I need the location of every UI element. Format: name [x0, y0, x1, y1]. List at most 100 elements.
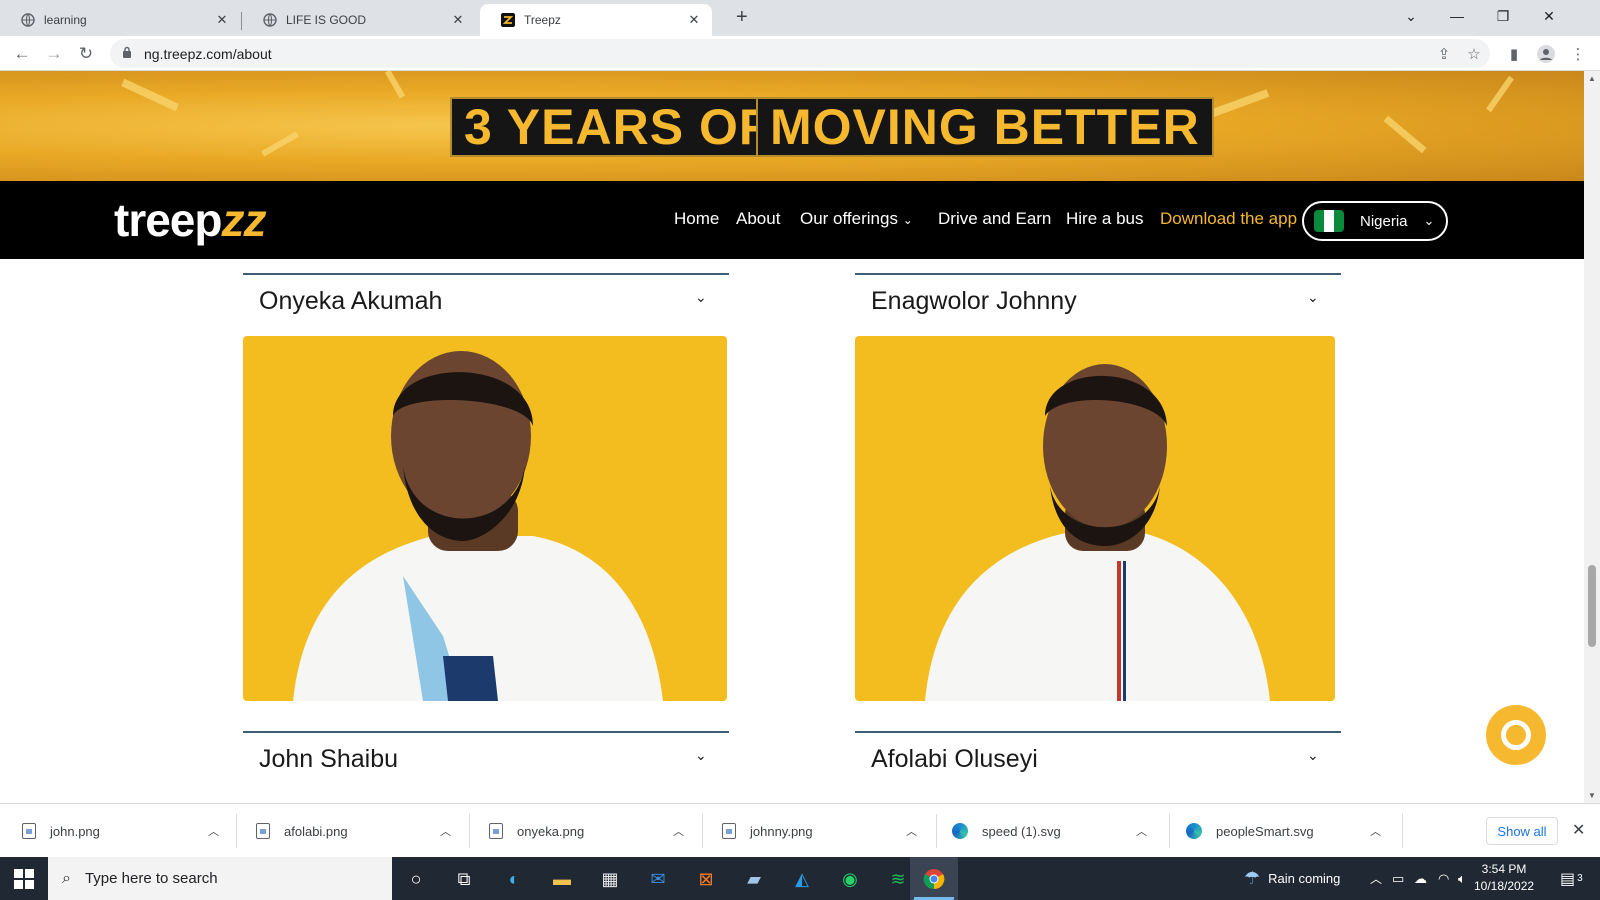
- notifications-icon[interactable]: ▤ 3: [1560, 857, 1583, 900]
- scroll-up-icon[interactable]: ▲: [1588, 74, 1596, 83]
- chevron-up-icon[interactable]: ︿: [906, 823, 917, 839]
- downloads-bar: john.png ︿ afolabi.png ︿ onyeka.png ︿ jo…: [0, 803, 1600, 857]
- member-name: Afolabi Oluseyi: [871, 745, 1038, 773]
- nav-about[interactable]: About: [736, 209, 780, 229]
- forward-icon[interactable]: →: [40, 40, 68, 68]
- chevron-down-icon[interactable]: ⌄: [695, 747, 707, 764]
- new-tab-icon[interactable]: +: [736, 6, 748, 29]
- menu-kebab-icon[interactable]: ⋮: [1564, 40, 1592, 68]
- download-item[interactable]: afolabi.png ︿: [256, 804, 456, 858]
- bookmark-star-icon[interactable]: ☆: [1460, 40, 1488, 68]
- share-icon[interactable]: ⇪: [1430, 40, 1458, 68]
- team-member-accordion[interactable]: Afolabi Oluseyi ⌄: [855, 731, 1341, 795]
- profile-icon[interactable]: [1532, 40, 1560, 68]
- chevron-down-icon[interactable]: ⌄: [695, 289, 707, 306]
- tab-treepz[interactable]: Treepz ✕: [480, 4, 712, 36]
- chevron-up-icon[interactable]: ︿: [1136, 823, 1147, 839]
- team-member-accordion[interactable]: Enagwolor Johnny ⌄: [855, 273, 1341, 337]
- member-name: Onyeka Akumah: [259, 287, 443, 315]
- file-explorer-icon[interactable]: ▬: [548, 865, 576, 893]
- download-item[interactable]: speed (1).svg ︿: [952, 804, 1152, 858]
- volume-icon[interactable]: 🔈︎: [1458, 857, 1466, 900]
- site-header: treepzz Home About Our offerings ⌄ Drive…: [0, 181, 1584, 259]
- chrome-icon[interactable]: [920, 865, 948, 893]
- lock-icon: [122, 46, 134, 61]
- onedrive-cloud-icon[interactable]: ☁: [1414, 857, 1427, 900]
- tab-learning[interactable]: learning ✕: [0, 4, 240, 36]
- download-filename: afolabi.png: [284, 823, 348, 839]
- close-window-icon[interactable]: ✕: [1526, 0, 1572, 32]
- edge-icon[interactable]: ◐: [500, 865, 528, 893]
- divider: [469, 814, 470, 848]
- whatsapp-icon[interactable]: ◉: [836, 865, 864, 893]
- task-view-icon[interactable]: ⧉: [450, 865, 478, 893]
- country-selector[interactable]: Nigeria ⌄: [1302, 201, 1448, 241]
- chevron-up-icon[interactable]: ︿: [440, 823, 451, 839]
- file-icon: [256, 823, 270, 839]
- close-tab-icon[interactable]: ✕: [450, 12, 466, 28]
- page-scrollbar[interactable]: ▲ ▼: [1584, 71, 1600, 803]
- download-filename: peopleSmart.svg: [1216, 823, 1314, 839]
- divider: [1402, 814, 1403, 848]
- address-bar[interactable]: ng.treepz.com/about: [110, 39, 1490, 68]
- chevron-up-icon[interactable]: ︿: [673, 823, 684, 839]
- banner-text-moving-better: MOVING BETTER: [756, 97, 1214, 157]
- close-tab-icon[interactable]: ✕: [214, 12, 230, 28]
- tab-life-is-good[interactable]: LIFE IS GOOD ✕: [242, 4, 476, 36]
- divider: [243, 273, 729, 275]
- download-filename: johnny.png: [750, 823, 813, 839]
- close-downloads-icon[interactable]: ✕: [1572, 820, 1585, 840]
- team-member-accordion[interactable]: Onyeka Akumah ⌄: [243, 273, 729, 337]
- weather-widget[interactable]: ☂ Rain coming: [1244, 857, 1340, 900]
- umbrella-rain-icon: ☂: [1244, 868, 1261, 888]
- download-filename: speed (1).svg: [982, 823, 1061, 839]
- notepad-icon[interactable]: ▰: [740, 865, 768, 893]
- divider: [855, 273, 1341, 275]
- file-icon: [22, 823, 36, 839]
- cortana-icon[interactable]: ○: [402, 865, 430, 893]
- chat-launcher-button[interactable]: [1486, 705, 1546, 765]
- windows-start-icon[interactable]: [14, 869, 34, 889]
- taskbar-search[interactable]: ⌕ Type here to search: [48, 857, 392, 900]
- tab-title: learning: [44, 13, 87, 27]
- treepz-logo[interactable]: treepzz: [114, 193, 266, 247]
- show-hidden-icons[interactable]: ︿: [1370, 857, 1382, 900]
- side-panel-icon[interactable]: ▮: [1500, 40, 1528, 68]
- download-item[interactable]: onyeka.png ︿: [489, 804, 689, 858]
- wifi-icon[interactable]: ◠: [1438, 857, 1449, 900]
- battery-icon[interactable]: ▭: [1392, 857, 1404, 900]
- reload-icon[interactable]: ↻: [72, 40, 100, 68]
- download-item[interactable]: peopleSmart.svg ︿: [1186, 804, 1386, 858]
- member-name: John Shaibu: [259, 745, 399, 773]
- back-icon[interactable]: ←: [8, 40, 36, 68]
- mail-icon[interactable]: ✉: [644, 865, 672, 893]
- team-member-accordion[interactable]: John Shaibu ⌄: [243, 731, 729, 795]
- tab-title: LIFE IS GOOD: [286, 13, 367, 27]
- download-item[interactable]: johnny.png ︿: [722, 804, 922, 858]
- edge-icon: [952, 823, 968, 839]
- search-icon: ⌕: [62, 869, 71, 887]
- globe-icon: [20, 12, 36, 28]
- scrollbar-thumb[interactable]: [1588, 565, 1596, 647]
- download-item[interactable]: john.png ︿: [22, 804, 222, 858]
- microsoft-store-icon[interactable]: ▦: [596, 865, 624, 893]
- show-all-downloads-button[interactable]: Show all: [1486, 817, 1558, 845]
- spotify-icon[interactable]: ≋: [884, 865, 912, 893]
- restore-icon[interactable]: ❐: [1480, 0, 1526, 32]
- nav-home[interactable]: Home: [674, 209, 719, 229]
- chevron-up-icon[interactable]: ︿: [208, 823, 219, 839]
- nav-download-app[interactable]: Download the app: [1160, 209, 1297, 229]
- nav-drive-and-earn[interactable]: Drive and Earn: [938, 209, 1051, 229]
- chevron-down-icon[interactable]: ⌄: [1307, 289, 1319, 306]
- chevron-up-icon[interactable]: ︿: [1370, 823, 1381, 839]
- vscode-icon[interactable]: ◭: [788, 865, 816, 893]
- nav-hire-a-bus[interactable]: Hire a bus: [1066, 209, 1143, 229]
- minimize-icon[interactable]: —: [1434, 0, 1480, 32]
- nav-our-offerings[interactable]: Our offerings ⌄: [800, 209, 913, 229]
- close-tab-icon[interactable]: ✕: [686, 12, 702, 28]
- chevron-down-icon[interactable]: ⌄: [1307, 747, 1319, 764]
- xampp-icon[interactable]: ⊠: [692, 865, 720, 893]
- system-clock[interactable]: 3:54 PM 10/18/2022: [1474, 861, 1534, 895]
- scroll-down-icon[interactable]: ▼: [1588, 791, 1596, 800]
- tab-search-icon[interactable]: ⌄: [1388, 0, 1434, 32]
